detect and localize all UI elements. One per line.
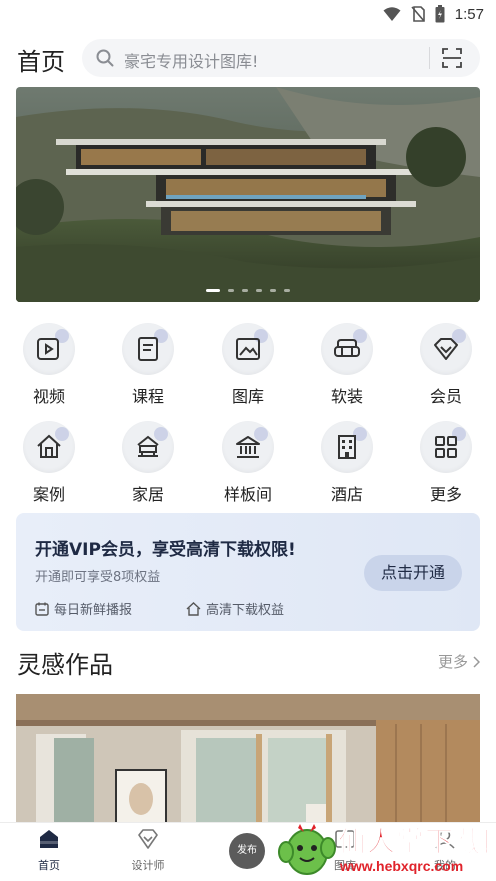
- search-placeholder: 豪宅专用设计图库!: [124, 52, 259, 71]
- banner-villa-image: [16, 87, 480, 302]
- site-watermark: 仙人掌下载网 www.hebxqrc.com: [278, 818, 496, 881]
- status-time: 1:57: [454, 5, 484, 23]
- banner-carousel[interactable]: [16, 87, 480, 302]
- wifi-icon: [383, 7, 401, 21]
- category-video[interactable]: 视频: [9, 323, 89, 407]
- carousel-dot[interactable]: [206, 289, 220, 292]
- category-more[interactable]: 更多: [406, 421, 486, 505]
- section-more-link[interactable]: 更多: [438, 651, 480, 672]
- search-divider: [429, 47, 430, 69]
- battery-icon: [435, 5, 445, 23]
- vip-promo-card[interactable]: 开通VIP会员，享受高清下载权限! 开通即可享受8项权益 点击开通 每日新鲜播报…: [16, 513, 480, 631]
- category-home[interactable]: 家居: [108, 421, 188, 505]
- vip-feature-hd: 高清下载权益: [186, 599, 284, 618]
- nav-designer[interactable]: 设计师: [113, 829, 183, 873]
- house-icon: [37, 434, 61, 458]
- course-icon: [138, 337, 158, 361]
- designer-icon: [138, 829, 158, 849]
- vip-title: 开通VIP会员，享受高清下载权限!: [35, 540, 296, 560]
- carousel-dot[interactable]: [228, 289, 234, 292]
- category-soft-decor[interactable]: 软装: [307, 323, 387, 407]
- category-hotel[interactable]: 酒店: [307, 421, 387, 505]
- furniture-icon: [137, 435, 159, 457]
- interior-room-image: [16, 694, 480, 830]
- carousel-indicators: [16, 289, 480, 292]
- vip-activate-button[interactable]: 点击开通: [364, 555, 462, 591]
- header: 首页 豪宅专用设计图库!: [0, 36, 496, 80]
- carousel-dot[interactable]: [284, 289, 290, 292]
- category-showroom[interactable]: 样板间: [208, 421, 288, 505]
- calendar-icon: [35, 602, 49, 616]
- vip-feature-daily: 每日新鲜播报: [35, 599, 132, 618]
- inspiration-work-card[interactable]: [16, 694, 480, 830]
- home-icon: [40, 830, 58, 848]
- hotel-icon: [338, 435, 356, 459]
- category-course[interactable]: 课程: [108, 323, 188, 407]
- gallery-icon: [236, 338, 260, 360]
- category-gallery[interactable]: 图库: [208, 323, 288, 407]
- video-icon: [37, 338, 59, 360]
- showroom-icon: [236, 436, 260, 458]
- status-bar: 1:57: [0, 0, 496, 30]
- carousel-dot[interactable]: [242, 289, 248, 292]
- scan-icon[interactable]: [442, 48, 462, 68]
- section-title: 灵感作品: [17, 651, 113, 679]
- carousel-dot[interactable]: [256, 289, 262, 292]
- chevron-right-icon: [473, 655, 480, 668]
- search-input[interactable]: 豪宅专用设计图库!: [82, 39, 480, 77]
- nav-home[interactable]: 首页: [14, 829, 84, 873]
- vip-subtitle: 开通即可享受8项权益: [35, 570, 161, 585]
- category-member[interactable]: 会员: [406, 323, 486, 407]
- cactus-logo-icon: [278, 824, 336, 875]
- no-sim-icon: [411, 6, 425, 22]
- home-outline-icon: [186, 601, 201, 616]
- grid-icon: [435, 436, 457, 458]
- page-title: 首页: [17, 48, 65, 76]
- carousel-dot[interactable]: [270, 289, 276, 292]
- diamond-icon: [434, 338, 458, 360]
- category-case[interactable]: 案例: [9, 421, 89, 505]
- publish-button[interactable]: 发布: [229, 833, 265, 869]
- sofa-icon: [334, 339, 360, 357]
- search-icon: [96, 49, 114, 67]
